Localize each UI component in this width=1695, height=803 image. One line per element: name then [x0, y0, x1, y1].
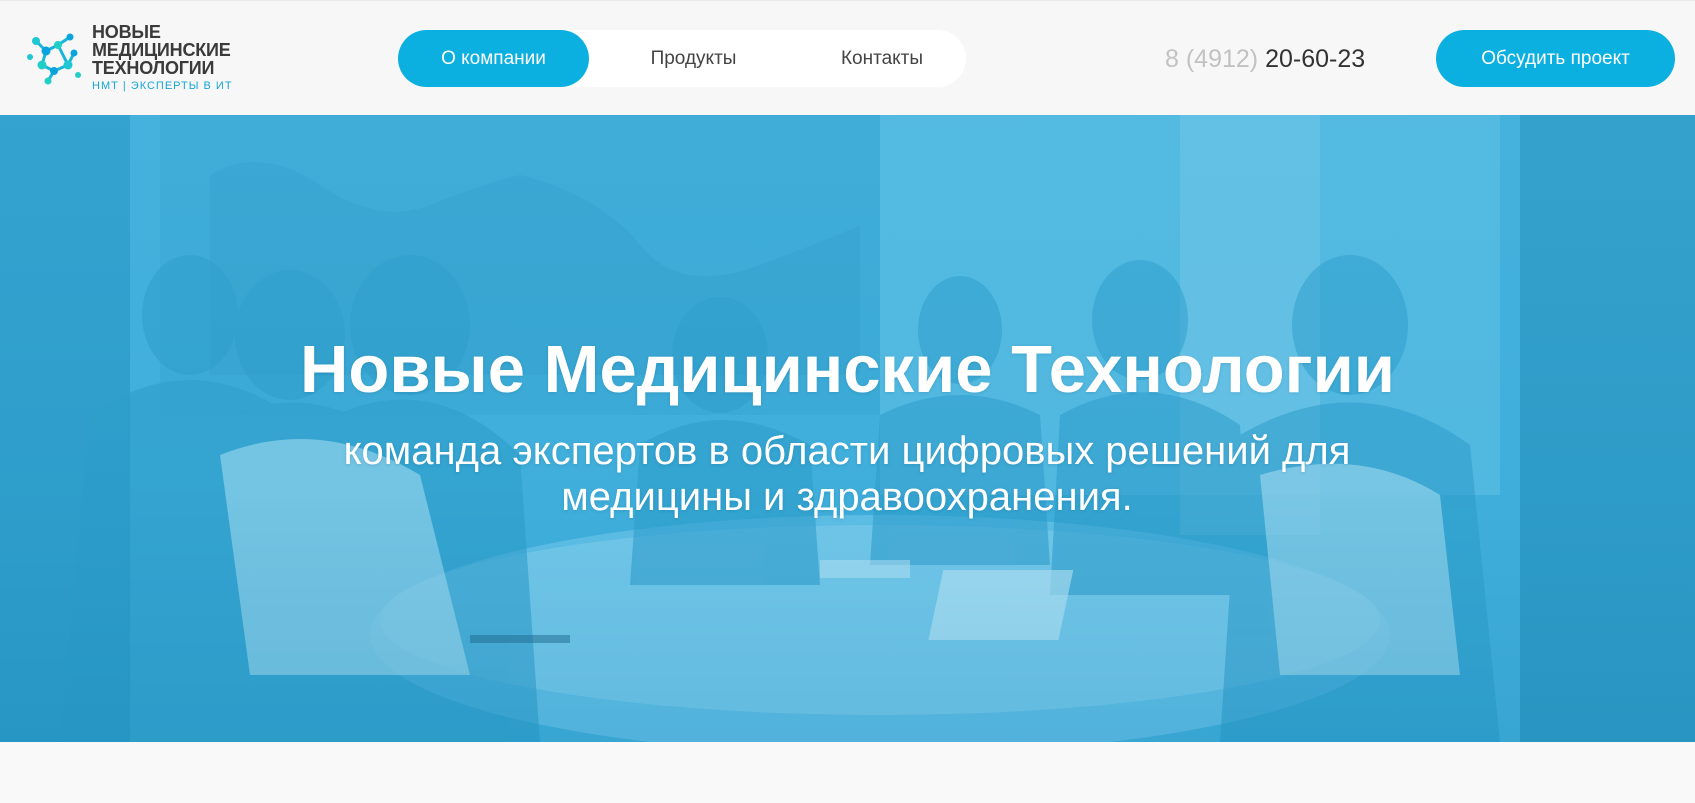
phone-code: 8 (4912): [1165, 45, 1259, 73]
nav-item-about[interactable]: О компании: [398, 30, 589, 87]
logo-text: НОВЫЕ МЕДИЦИНСКИЕ ТЕХНОЛОГИИ НМТ | ЭКСПЕ…: [92, 23, 272, 92]
hero-title: Новые Медицинские Технологии: [300, 332, 1395, 407]
phone-number: 20-60-23: [1265, 45, 1366, 73]
hero-subtitle: команда экспертов в области цифровых реш…: [343, 429, 1351, 519]
site-header: НОВЫЕ МЕДИЦИНСКИЕ ТЕХНОЛОГИИ НМТ | ЭКСПЕ…: [0, 0, 1695, 115]
hero-banner: Новые Медицинские Технологии команда экс…: [0, 115, 1695, 742]
logo-tagline: НМТ | ЭКСПЕРТЫ В ИТ: [92, 80, 233, 92]
below-hero-section: [0, 742, 1695, 803]
nav-item-contacts[interactable]: Контакты: [798, 30, 966, 87]
company-logo[interactable]: НОВЫЕ МЕДИЦИНСКИЕ ТЕХНОЛОГИИ НМТ | ЭКСПЕ…: [24, 23, 264, 93]
molecule-logo-icon: [27, 33, 81, 85]
nav-item-products[interactable]: Продукты: [589, 30, 798, 87]
logo-line-2: МЕДИЦИНСКИЕ: [92, 40, 231, 60]
main-nav: О компании Продукты Контакты: [398, 30, 966, 87]
logo-line-1: НОВЫЕ: [92, 22, 161, 42]
discuss-project-button[interactable]: Обсудить проект: [1436, 30, 1675, 87]
logo-line-3: ТЕХНОЛОГИИ: [92, 58, 215, 78]
phone-link[interactable]: 8 (4912) 20-60-23: [1165, 43, 1365, 75]
